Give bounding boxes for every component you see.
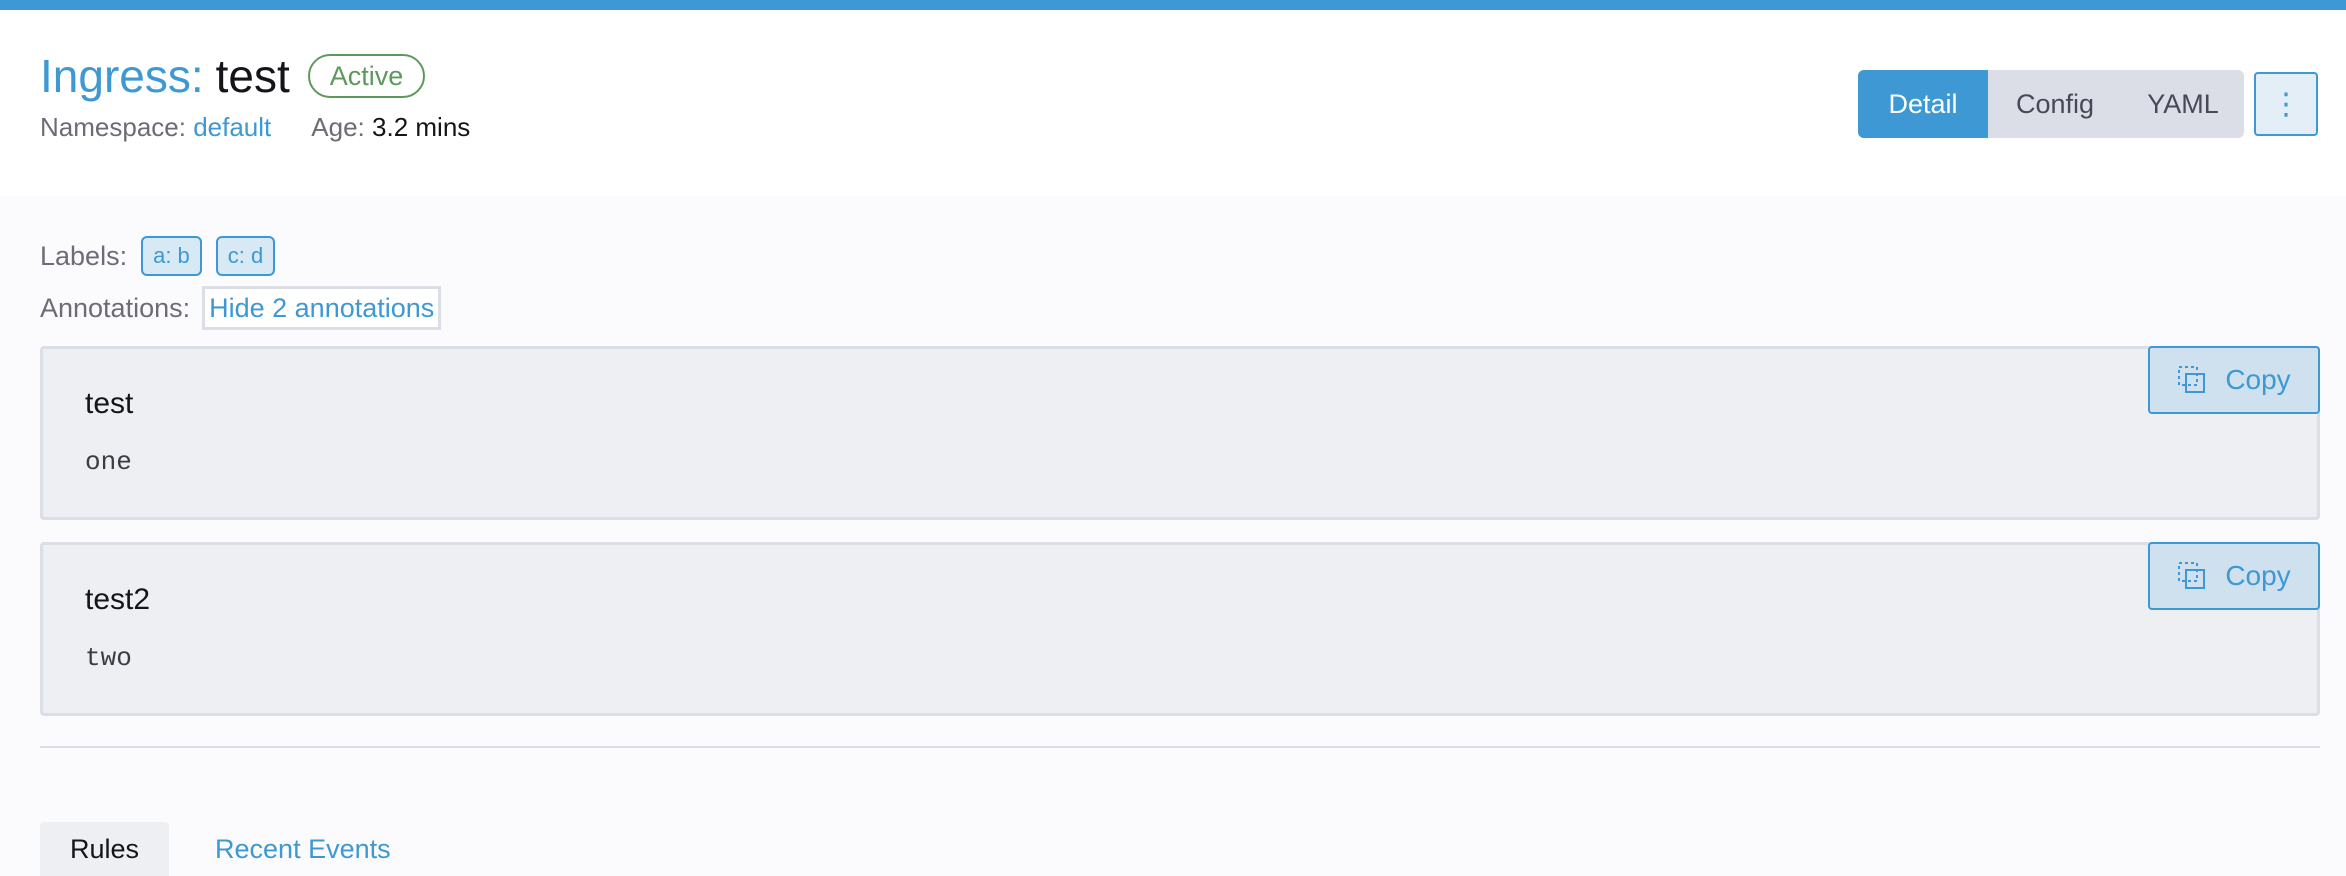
age-value: 3.2 mins	[372, 112, 471, 142]
resource-kind: Ingress:	[40, 50, 204, 102]
copy-icon	[2178, 366, 2206, 393]
annotation-key: test2	[85, 583, 151, 616]
tab-config[interactable]: Config	[1988, 70, 2122, 138]
resource-name: test	[215, 50, 290, 102]
annotation-value: two	[85, 643, 132, 673]
age-meta: Age: 3.2 mins	[311, 112, 470, 143]
copy-button[interactable]: Copy	[2148, 542, 2320, 610]
namespace-meta: Namespace: default	[40, 112, 271, 143]
toggle-annotations-button[interactable]: Hide 2 annotations	[202, 286, 442, 330]
annotation-key: test	[85, 387, 134, 420]
view-mode-tabs: Detail Config YAML	[1858, 70, 2244, 138]
status-badge: Active	[307, 54, 426, 98]
tab-recent-events[interactable]: Recent Events	[169, 822, 391, 876]
labels-row: Labels: a: b c: d	[40, 236, 276, 276]
copy-label: Copy	[2225, 364, 2291, 395]
tab-yaml[interactable]: YAML	[2122, 70, 2244, 138]
annotations-row: Annotations: Hide 2 annotations	[40, 286, 442, 330]
tab-detail[interactable]: Detail	[1858, 70, 1988, 138]
label-chip: c: d	[215, 236, 276, 276]
namespace-label: Namespace:	[40, 112, 186, 142]
age-label: Age:	[311, 112, 365, 142]
annotation-card: test one Copy	[40, 346, 2320, 520]
copy-button[interactable]: Copy	[2148, 346, 2320, 414]
labels-caption: Labels:	[40, 240, 128, 271]
annotations-caption: Annotations:	[40, 292, 191, 323]
label-chip: a: b	[141, 236, 202, 276]
actions-menu-button[interactable]: ⋮	[2254, 72, 2318, 136]
annotation-card: test2 two Copy	[40, 542, 2320, 716]
section-divider	[40, 746, 2320, 748]
tab-rules[interactable]: Rules	[40, 822, 170, 876]
copy-icon	[2178, 562, 2206, 589]
resource-tabs: Rules Recent Events	[40, 822, 391, 876]
annotation-value: one	[85, 447, 132, 477]
vertical-ellipsis-icon: ⋮	[2271, 87, 2301, 121]
top-accent-bar	[0, 0, 2346, 10]
copy-label: Copy	[2225, 560, 2291, 591]
namespace-link[interactable]: default	[193, 112, 271, 142]
